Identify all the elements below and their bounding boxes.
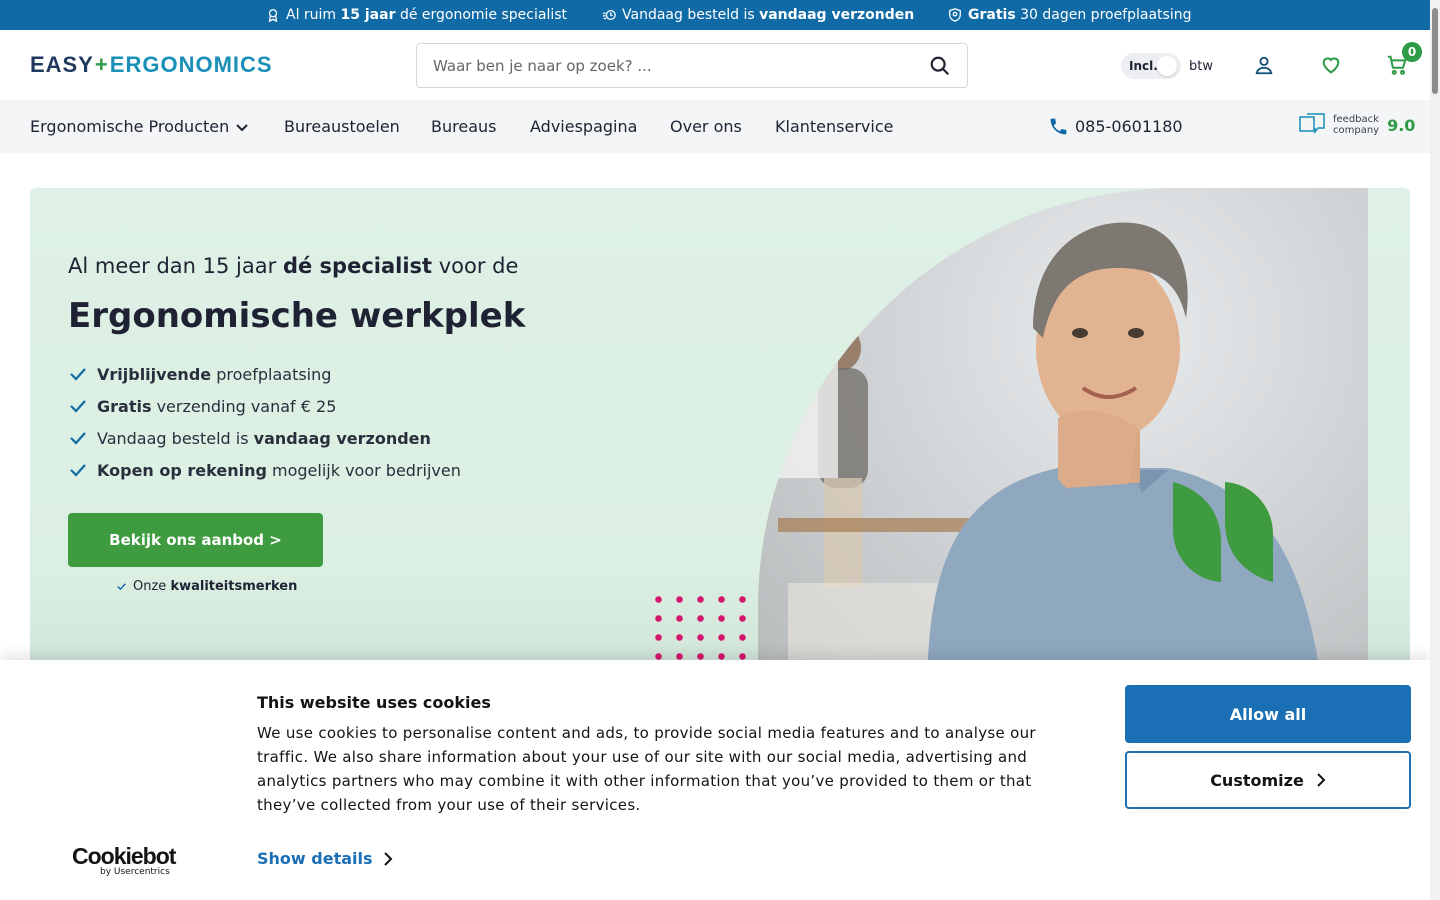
show-details-link[interactable]: Show details [257,849,393,868]
customize-button[interactable]: Customize [1125,751,1411,809]
hero-photo-illustration [778,222,1318,660]
vat-toggle-knob [1157,56,1177,76]
usp-experience: Al ruim 15 jaar dé ergonomie specialist [266,0,567,30]
logo-text-easy: EASY [30,52,94,77]
shield-icon [949,8,961,22]
show-details-label: Show details [257,849,373,868]
usp-text: Vandaag besteld is [97,428,254,448]
usp-text: Vandaag besteld is [622,7,760,23]
feedback-company-logo-icon [1299,113,1325,135]
usp-bold: Gratis [97,396,152,416]
nav-item-customer-service[interactable]: Klantenservice [775,100,893,153]
chevron-right-icon [1317,773,1326,787]
view-offer-button[interactable]: Bekijk ons aanbod > [68,513,323,567]
award-icon [268,9,278,22]
logo-plus-icon: + [94,52,109,77]
usp-bold: Gratis [968,7,1016,23]
nav-item-office-chairs[interactable]: Bureaustoelen [284,100,400,153]
usp-bold: vandaag verzonden [253,428,431,448]
usp-trial: Gratis 30 dagen proefplaatsing [948,0,1192,30]
check-icon [70,464,86,477]
chevron-down-icon [236,123,248,131]
nav-item-advice[interactable]: Adviespagina [530,100,637,153]
hero-subtitle-bold: dé specialist [282,254,433,278]
page-scrollbar[interactable] [1430,0,1440,900]
nav-item-ergonomic-products[interactable]: Ergonomische Producten [30,100,249,153]
hero-subtitle-text: voor de [432,254,519,278]
cookie-body-text: We use cookies to personalise content an… [257,724,1036,814]
usp-bold: 15 jaar [340,7,396,23]
check-icon [117,583,126,591]
hero-subtitle-text: Al meer dan 15 jaar [68,254,283,278]
cookie-title: This website uses cookies [257,693,491,712]
vat-label: btw [1189,58,1213,74]
phone-number: 085-0601180 [1075,117,1183,136]
nav-item-desks[interactable]: Bureaus [431,100,496,153]
usp-text: proefplaatsing [211,364,332,384]
usp-bold: vandaag verzonden [759,7,915,23]
usp-text: mogelijk voor bedrijven [266,460,461,480]
check-icon [70,368,86,381]
hero-photo-man-at-desk [758,188,1368,660]
site-header: EASY+ERGONOMICS Incl. btw 0 [0,30,1430,100]
vat-toggle-group: Incl. btw [1121,53,1213,79]
allow-all-button[interactable]: Allow all [1125,685,1411,743]
feedback-label: feedback [1333,114,1379,125]
hero-usp-list: Vrijblijvende proefplaatsing Gratis verz… [68,358,461,486]
cookiebot-brand-name: Cookiebot [72,843,176,869]
usp-text: dé ergonomie specialist [395,7,568,23]
fast-clock-icon [602,9,616,21]
usp-bold: Kopen op rekening [97,460,267,480]
hero-subtitle: Al meer dan 15 jaar dé specialist voor d… [68,254,518,278]
list-item: Vandaag besteld is vandaag verzonden [68,422,461,454]
usp-bold: Vrijblijvende [97,364,212,384]
feedback-label: company [1333,125,1380,136]
cart-count-badge: 0 [1402,42,1422,62]
brands-bold: kwaliteitsmerken [170,579,298,594]
scrollbar-thumb[interactable] [1432,8,1438,94]
usp-text: Al ruim [286,7,341,23]
nav-item-label: Ergonomische Producten [30,117,230,136]
hero-title: Ergonomische werkplek [68,296,526,336]
usp-topbar: Al ruim 15 jaar dé ergonomie specialist … [0,0,1430,30]
search-input[interactable] [433,56,929,75]
cookie-consent-banner: Cookiebot by Usercentrics This website u… [0,660,1430,900]
vat-toggle[interactable]: Incl. [1121,53,1181,79]
brand-leaf-icon [1173,482,1273,582]
chevron-right-icon [383,851,392,866]
list-item: Vrijblijvende proefplaatsing [68,358,461,390]
usp-text: 30 dagen proefplaatsing [1015,7,1192,23]
feedback-company-rating[interactable]: feedback company 9.0 [1299,113,1415,137]
usp-text: verzending vanaf € 25 [151,396,337,416]
feedback-score: 9.0 [1387,115,1416,135]
main-nav: Ergonomische Producten Bureaustoelen Bur… [0,100,1430,153]
vat-toggle-label: Incl. [1129,59,1158,73]
account-icon[interactable] [1253,54,1275,76]
brands-text: Onze [133,579,171,594]
search-icon[interactable] [929,55,951,77]
cookiebot-brand-sub: by Usercentrics [100,867,170,877]
cookiebot-logo: Cookiebot by Usercentrics [72,843,176,877]
quality-brands-link[interactable]: Onze kwaliteitsmerken [116,579,297,594]
wishlist-heart-icon[interactable] [1320,54,1342,76]
logo-text-ergonomics: ERGONOMICS [109,52,273,77]
check-icon [70,432,86,445]
list-item: Kopen op rekening mogelijk voor bedrijve… [68,454,461,486]
nav-item-about[interactable]: Over ons [670,100,742,153]
check-icon [70,400,86,413]
list-item: Gratis verzending vanaf € 25 [68,390,461,422]
hero-banner: Al meer dan 15 jaar dé specialist voor d… [30,188,1410,660]
site-logo[interactable]: EASY + ERGONOMICS [30,52,273,78]
customize-label: Customize [1210,770,1304,790]
phone-link[interactable]: 085-0601180 [1048,100,1183,153]
phone-icon [1050,118,1067,135]
usp-shipping: Vandaag besteld is vandaag verzonden [602,0,914,30]
search-box [416,43,968,88]
